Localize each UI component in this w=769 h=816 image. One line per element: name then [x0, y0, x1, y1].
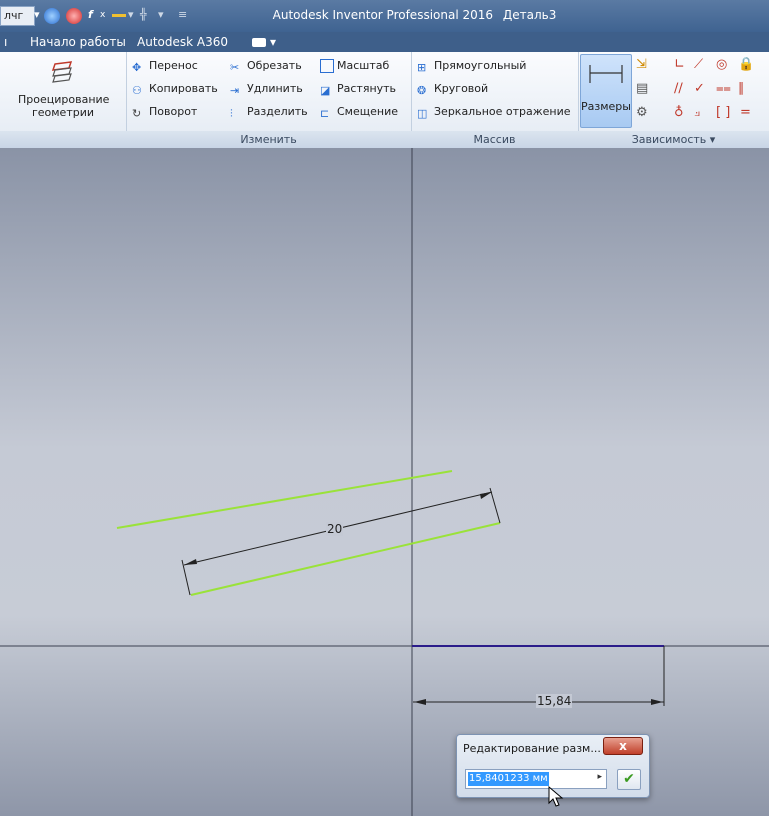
title-bar: лчг ▾ f x ▾ ╬ ▾ ≡ Autodesk Inventor Prof…	[0, 0, 769, 32]
smooth-icon[interactable]: ✓	[694, 80, 705, 98]
panel-constraints: Размеры ⇲ ▤ ⚙ ∟ ⟋ ◎ 🔒 ∕∕ ✓ ⩵ ∥ ♁ ⟓ [ ] =…	[578, 52, 769, 148]
mirror-label: Зеркальное отражение	[434, 105, 571, 118]
extend-label: Удлинить	[247, 82, 303, 95]
scale-icon	[320, 59, 334, 73]
split-label: Разделить	[247, 105, 308, 118]
panel-projection-label	[0, 131, 126, 148]
tab-autodesk-a360[interactable]: Autodesk A360	[137, 35, 228, 49]
trim-button[interactable]: ✂ Обрезать	[230, 57, 302, 75]
circular-pattern-icon: ❂	[417, 84, 427, 97]
stretch-label: Растянуть	[337, 82, 397, 95]
trim-icon: ✂	[230, 61, 240, 74]
move-icon: ✥	[132, 61, 142, 74]
scale-label: Масштаб	[337, 59, 390, 72]
dimension-button[interactable]: Размеры	[580, 54, 632, 128]
concentric-icon[interactable]: ◎	[716, 56, 727, 74]
rotate-button[interactable]: ↻ Поворот	[132, 103, 197, 121]
tab-getting-started[interactable]: Начало работы	[30, 35, 126, 49]
dim-20-ext-left	[181, 559, 191, 596]
tangent-icon[interactable]: ⟋	[694, 56, 703, 74]
app-title: Autodesk Inventor Professional 2016	[272, 8, 494, 22]
horizontal-icon[interactable]: ⩵	[716, 80, 731, 98]
dim-1584-arrow-left	[414, 699, 426, 705]
copy-icon: ⚇	[132, 84, 142, 97]
sketch-drawing[interactable]	[0, 148, 769, 816]
copy-button[interactable]: ⚇ Копировать	[132, 80, 218, 98]
auto-dimension-icon[interactable]: ⇲	[636, 56, 647, 74]
dialog-title: Редактирование разм...	[463, 742, 601, 755]
offset-icon: ⊏	[320, 107, 330, 120]
split-button[interactable]: ⫶ Разделить	[230, 103, 308, 121]
accept-button[interactable]: ✔	[617, 769, 641, 790]
rectangular-pattern-button[interactable]: ⊞ Прямоугольный	[417, 57, 526, 75]
parallel-icon[interactable]: ∕∕	[674, 80, 683, 98]
close-button[interactable]: x	[603, 737, 643, 755]
rotate-label: Поворот	[149, 105, 198, 118]
project-geometry-icon	[51, 61, 73, 83]
panel-modify-label[interactable]: Изменить	[126, 131, 411, 148]
stretch-button[interactable]: ◪ Растянуть	[320, 80, 396, 98]
mouse-cursor-icon	[548, 786, 564, 807]
offset-label: Смещение	[337, 105, 398, 118]
symmetric-icon[interactable]: [ ]	[716, 104, 730, 122]
dimension-value: 15,8401233 мм	[468, 772, 549, 786]
equal-icon[interactable]: =	[740, 104, 751, 122]
mirror-button[interactable]: ◫ Зеркальное отражение	[417, 103, 571, 121]
move-label: Перенос	[149, 59, 198, 72]
dropdown-arrow-icon[interactable]: ▾	[270, 35, 276, 49]
ribbon-tab-bar: ı Начало работы Autodesk A360 ▾	[0, 32, 769, 52]
panel-pattern-label[interactable]: Массив	[411, 131, 578, 148]
mirror-icon: ◫	[417, 107, 428, 120]
stretch-icon: ◪	[320, 84, 331, 97]
trim-label: Обрезать	[247, 59, 302, 72]
tab-separator: ı	[4, 35, 8, 49]
dimension-value-input[interactable]: 15,8401233 мм ▸	[465, 769, 607, 789]
panel-projection: Проецирование геометрии	[0, 52, 127, 148]
dropdown-arrow-icon: ▾	[709, 133, 716, 146]
project-geometry-label-2: геометрии	[31, 106, 95, 119]
ribbon: Проецирование геометрии ✥ Перенос ✂ Обреза…	[0, 52, 769, 149]
extend-button[interactable]: ⇥ Удлинить	[230, 80, 303, 98]
project-geometry-button[interactable]: Проецирование геометрии	[18, 58, 110, 119]
fix-icon[interactable]: 🔒	[738, 56, 754, 74]
dim-20-ext-right	[489, 487, 501, 524]
circular-pattern-button[interactable]: ❂ Круговой	[417, 80, 488, 98]
dim-1584-arrow-right	[651, 699, 663, 705]
video-icon[interactable]	[252, 38, 266, 47]
dim-20-arrow-left	[184, 559, 197, 565]
vertical-icon[interactable]: ∥	[738, 80, 745, 98]
constraints-label: Зависимость	[631, 133, 707, 146]
project-geometry-label-1: Проецирование	[18, 93, 110, 106]
scale-button[interactable]: Масштаб	[320, 57, 389, 75]
collinear-icon[interactable]: ⟓	[694, 104, 700, 122]
sketch-line-top[interactable]	[116, 470, 453, 529]
panel-pattern: ⊞ Прямоугольный ❂ Круговой ◫ Зеркальное отр…	[411, 52, 579, 148]
dimension-label: Размеры	[581, 100, 631, 113]
sketch-line-bottom[interactable]	[190, 522, 501, 596]
rectangular-pattern-icon: ⊞	[417, 61, 427, 74]
panel-constraints-label[interactable]: Зависимость ▾	[578, 131, 769, 148]
offset-button[interactable]: ⊏ Смещение	[320, 103, 398, 121]
dim-20-value[interactable]: 20	[326, 522, 344, 536]
rectangular-pattern-label: Прямоугольный	[434, 59, 527, 72]
sketch-canvas[interactable]: 20 15,84	[0, 148, 769, 816]
constraint-settings-icon[interactable]: ⚙	[636, 104, 648, 122]
dim-20-arrow-right	[480, 492, 492, 499]
rotate-icon: ↻	[132, 107, 142, 120]
coincident-icon[interactable]: ♁	[674, 104, 684, 122]
extend-icon: ⇥	[230, 84, 240, 97]
window-title: Autodesk Inventor Professional 2016 Дета…	[0, 8, 769, 22]
show-constraints-icon[interactable]: ▤	[636, 80, 648, 98]
perpendicular-icon[interactable]: ∟	[674, 56, 685, 74]
panel-modify: ✥ Перенос ✂ Обрезать Масштаб ⚇ Копировать ⇥…	[126, 52, 412, 148]
circular-pattern-label: Круговой	[434, 82, 489, 95]
dimension-icon	[589, 65, 623, 83]
expand-arrow-icon[interactable]: ▸	[597, 772, 602, 782]
document-title: Деталь3	[502, 8, 557, 22]
copy-label: Копировать	[149, 82, 218, 95]
dim-1584-value[interactable]: 15,84	[536, 694, 573, 708]
move-button[interactable]: ✥ Перенос	[132, 57, 198, 75]
split-icon: ⫶	[230, 107, 233, 120]
